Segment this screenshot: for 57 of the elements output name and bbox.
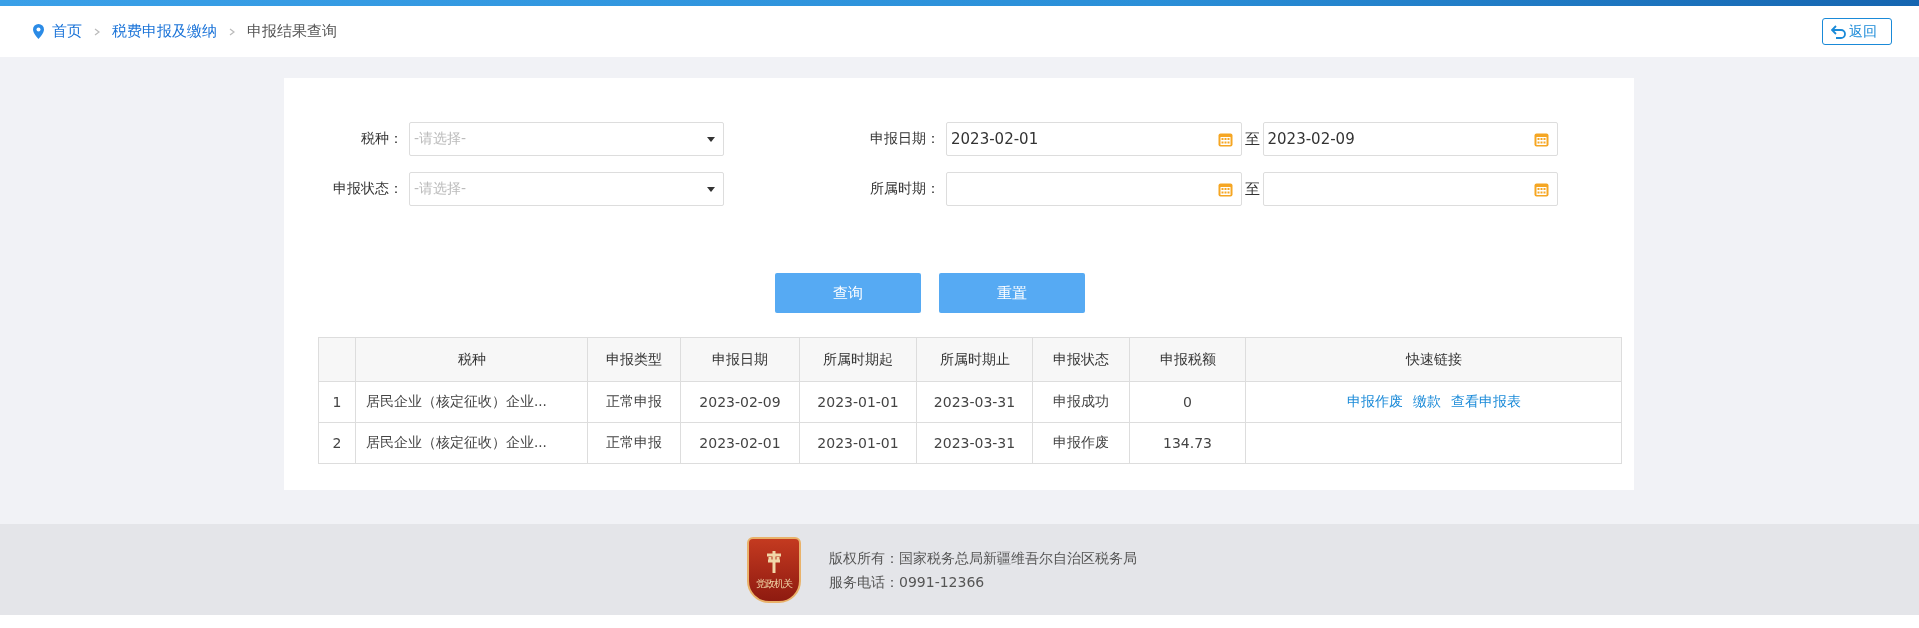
field-label: 申报日期：	[869, 130, 941, 148]
column-header: 快速链接	[1245, 337, 1622, 382]
column-header: 申报状态	[1032, 337, 1130, 382]
table-cell: 2023-02-01	[680, 422, 800, 464]
back-button[interactable]: 返回	[1822, 18, 1892, 45]
table-cell: 居民企业（核定征收）企业...	[355, 381, 588, 423]
chevron-icon	[94, 27, 100, 36]
reset-button[interactable]: 重置	[939, 273, 1085, 313]
table-cell: 2023-01-01	[799, 381, 917, 423]
table-cell: 2023-02-09	[680, 381, 800, 423]
emblem-icon	[764, 548, 784, 575]
field-label: 申报状态：	[332, 180, 404, 198]
table-cell: 2023-03-31	[916, 381, 1033, 423]
table-cell: 2023-03-31	[916, 422, 1033, 464]
calendar-icon[interactable]	[1217, 131, 1233, 147]
return-arrow-icon	[1831, 24, 1847, 39]
date-field[interactable]: 2023-02-01	[946, 122, 1242, 156]
quick-link[interactable]: 申报作废	[1346, 393, 1403, 409]
table-cell: 居民企业（核定征收）企业...	[355, 422, 588, 464]
table-cell: 0	[1129, 381, 1246, 423]
column-header: 申报日期	[680, 337, 800, 382]
footer-text: 服务电话：0991-12366	[829, 572, 986, 592]
calendar-icon[interactable]	[1534, 181, 1549, 197]
chevron-icon	[229, 27, 235, 36]
row-number: 1	[318, 381, 356, 423]
breadcrumb-link[interactable]: 税费申报及缴纳	[112, 22, 217, 41]
calendar-icon[interactable]	[1534, 131, 1549, 147]
search-button[interactable]: 查询	[775, 273, 921, 313]
column-header: 所属时期止	[916, 337, 1033, 382]
table-cell: 申报作废	[1032, 422, 1130, 464]
field-label: 所属时期：	[869, 180, 941, 198]
table-cell: 2023-01-01	[799, 422, 917, 464]
calendar-icon[interactable]	[1217, 181, 1233, 197]
date-field[interactable]	[1262, 172, 1558, 206]
location-pin-icon	[33, 24, 44, 39]
quick-link[interactable]: 查看申报表	[1450, 393, 1521, 409]
date-field[interactable]: 2023-02-09	[1262, 122, 1558, 156]
range-separator: 至	[1244, 179, 1260, 199]
table-cell: 正常申报	[587, 381, 681, 423]
table-cell: 134.73	[1129, 422, 1246, 464]
row-number: 2	[318, 422, 356, 464]
column-header: 税种	[355, 337, 588, 382]
table-cell: 申报成功	[1032, 381, 1130, 423]
table-cell: 正常申报	[587, 422, 681, 464]
caret-icon	[707, 136, 715, 142]
breadcrumb-current: 申报结果查询	[247, 22, 337, 41]
footer-text: 版权所有：国家税务总局新疆维吾尔自治区税务局	[829, 548, 1137, 568]
column-header: 申报类型	[587, 337, 681, 382]
badge-text: 党政机关	[756, 576, 792, 591]
date-field[interactable]	[946, 172, 1242, 206]
column-header: 申报税额	[1129, 337, 1246, 382]
quick-link[interactable]: 缴款	[1412, 393, 1441, 409]
caret-icon	[707, 186, 715, 192]
field-label: 税种：	[360, 130, 404, 148]
column-header: 所属时期起	[799, 337, 917, 382]
range-separator: 至	[1244, 129, 1260, 149]
home-link[interactable]: 首页	[52, 22, 82, 41]
